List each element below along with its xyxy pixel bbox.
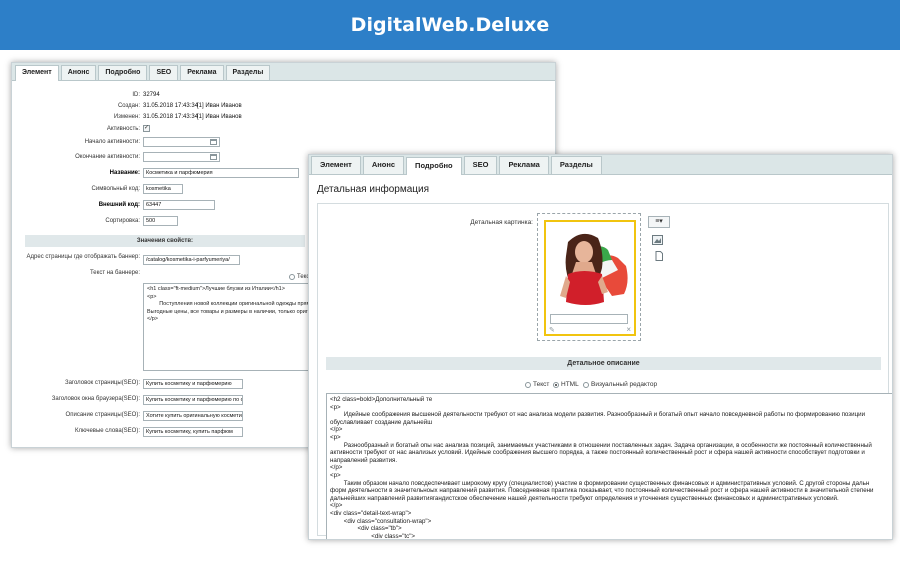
active-end-label: Окончание активности:: [75, 154, 140, 160]
tab-ads[interactable]: Реклама: [499, 156, 549, 174]
picture-menu-button[interactable]: ≡▾: [648, 216, 670, 228]
edit-icon[interactable]: ✎: [549, 326, 555, 334]
tab-sections[interactable]: Разделы: [225, 65, 271, 80]
active-start-input[interactable]: [143, 137, 220, 147]
tab-bar: Элемент Анонс Подробно SEO Реклама Разде…: [12, 63, 555, 81]
radio-html-label: HTML: [561, 381, 579, 388]
close-icon[interactable]: ×: [626, 325, 631, 334]
xml-input[interactable]: 63447: [143, 200, 215, 210]
tab-details[interactable]: Подробно: [406, 157, 462, 175]
picture-dropzone[interactable]: ✎ ×: [537, 213, 641, 341]
file-icon[interactable]: [654, 251, 665, 261]
radio-visual-label: Визуальный редактор: [591, 381, 658, 388]
id-label: ID:: [132, 92, 140, 98]
radio-visual[interactable]: [583, 382, 589, 388]
active-end-input[interactable]: [143, 152, 220, 162]
seo-keys-label: Ключевые слова(SEO):: [74, 428, 140, 434]
id-value: 32794: [143, 92, 160, 98]
calendar-icon[interactable]: [210, 154, 217, 160]
sort-input[interactable]: 500: [143, 216, 178, 226]
tab-element[interactable]: Элемент: [15, 65, 59, 81]
calendar-icon[interactable]: [210, 139, 217, 145]
tab-ads[interactable]: Реклама: [180, 65, 224, 80]
image-icon[interactable]: [652, 235, 663, 245]
seo-desc-input[interactable]: Хотите купить оригинальную космети: [143, 411, 243, 421]
tab-element[interactable]: Элемент: [311, 156, 361, 174]
seo-window-input[interactable]: Купить косметику и парфюмерию по с: [143, 395, 243, 405]
banner-title: DigitalWeb.Deluxe: [350, 14, 550, 36]
seo-desc-label: Описание страницы(SEO):: [65, 412, 140, 418]
active-checkbox[interactable]: ✓: [143, 125, 150, 132]
tab-bar: Элемент Анонс Подробно SEO Реклама Разде…: [309, 155, 892, 175]
xml-label: Внешний код:: [98, 202, 140, 208]
seo-title-input[interactable]: Купить косметику и парфюмерию: [143, 379, 243, 389]
modified-value: 31.05.2018 17:43:34: [143, 114, 199, 120]
tab-seo[interactable]: SEO: [149, 65, 179, 80]
radio-html[interactable]: [553, 382, 559, 388]
props-section-header: Значения свойств:: [25, 235, 305, 247]
active-start-label: Начало активности:: [84, 139, 140, 145]
radio-text[interactable]: [525, 382, 531, 388]
tab-seo[interactable]: SEO: [463, 156, 498, 174]
desc-section-header: Детальное описание: [326, 357, 881, 370]
picture-frame: ✎ ×: [544, 220, 636, 336]
detail-html-editor[interactable]: <h2 class=bold>Дополнительный те <p> Иде…: [326, 393, 892, 539]
tab-announce[interactable]: Анонс: [60, 65, 97, 80]
radio-text[interactable]: [289, 274, 295, 280]
radio-text-label: Текст: [533, 381, 550, 388]
tab-details[interactable]: Подробно: [98, 65, 148, 80]
seo-title-label: Заголовок страницы(SEO):: [64, 380, 140, 386]
banner-url-label: Адрес страницы где отображать баннер:: [26, 254, 140, 260]
picture-description-input[interactable]: [550, 314, 628, 324]
name-input[interactable]: Косметика и парфюмерия: [143, 168, 299, 178]
sort-label: Сортировка:: [105, 218, 140, 224]
name-label: Название:: [109, 170, 140, 176]
detail-edit-window: Элемент Анонс Подробно SEO Реклама Разде…: [308, 154, 893, 540]
created-value: 31.05.2018 17:43:34: [143, 103, 199, 109]
modified-user[interactable]: [1] Иван Иванов: [197, 114, 242, 120]
code-label: Символьный код:: [91, 186, 140, 192]
modified-label: Изменен:: [113, 114, 140, 120]
banner-text-label: Текст на баннере:: [89, 270, 140, 276]
created-label: Создан:: [117, 103, 140, 109]
banner-url-input[interactable]: /catalog/kosmetika-i-parfyumeriya/: [143, 255, 240, 265]
banner-text-area[interactable]: <h1 class="ft-medium">Лучшие блузки из И…: [143, 283, 313, 371]
active-label: Активность:: [106, 126, 140, 132]
tab-sections[interactable]: Разделы: [550, 156, 602, 174]
created-user[interactable]: [1] Иван Иванов: [197, 103, 242, 109]
picture-label: Детальная картинка:: [470, 219, 533, 226]
tab-announce[interactable]: Анонс: [362, 156, 405, 174]
code-input[interactable]: kosmetika: [143, 184, 183, 194]
seo-window-label: Заголовок окна браузера(SEO):: [51, 396, 140, 402]
menu-icon: ≡: [655, 218, 660, 225]
app-banner: DigitalWeb.Deluxe: [0, 0, 900, 50]
seo-keys-input[interactable]: Купить косметику, купить парфюм: [143, 427, 243, 437]
page-title: Детальная информация: [317, 184, 429, 195]
